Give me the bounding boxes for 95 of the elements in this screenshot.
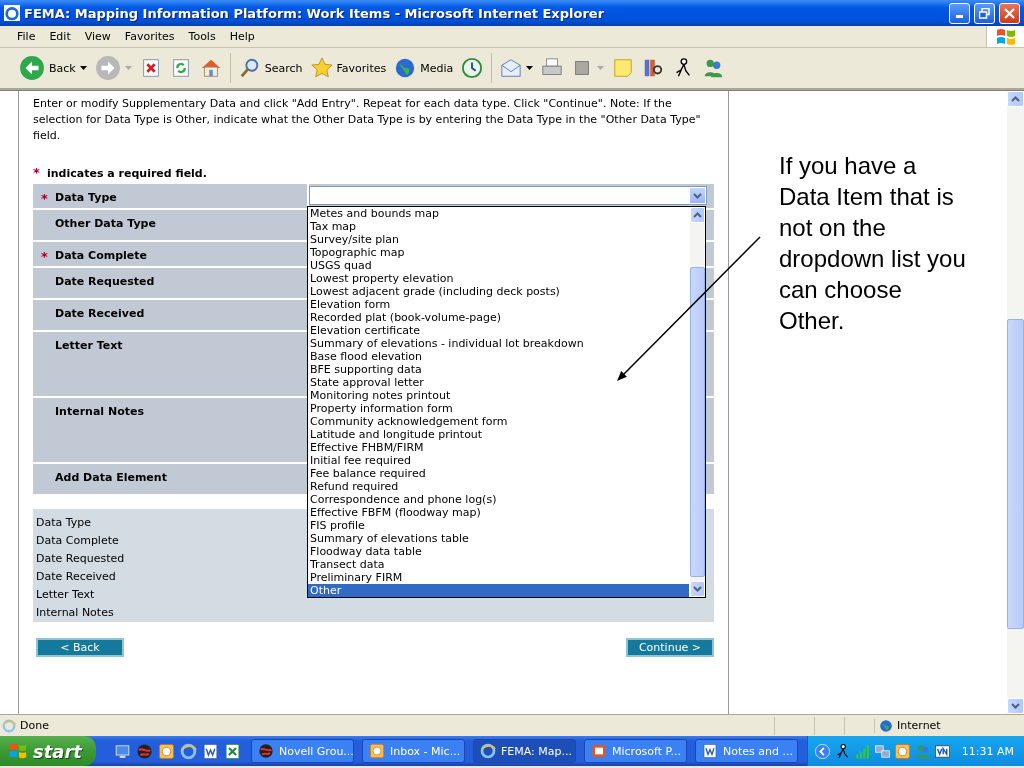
star-icon <box>310 57 333 79</box>
required-mark: * <box>41 191 49 206</box>
form-label: Date Received <box>55 307 145 320</box>
home-icon <box>199 57 222 79</box>
windows-flag-icon <box>994 27 1017 46</box>
scroll-thumb[interactable] <box>1007 319 1024 629</box>
minimize-icon <box>956 14 963 18</box>
people-icon <box>913 742 931 760</box>
data-type-select[interactable] <box>309 186 707 205</box>
menu-item[interactable]: View <box>77 30 118 43</box>
history-icon <box>461 57 484 79</box>
spreadsheet-x-icon <box>224 742 241 760</box>
zone-text: Internet <box>897 719 941 732</box>
dropdown-option[interactable]: Summary of elevations table <box>308 532 472 545</box>
desktop-icon <box>114 742 131 760</box>
taskbar-button[interactable]: Inbox - Mic... <box>362 739 465 763</box>
annotation-text: If you have a Data Item that is not on the dropdown list you can choose Other. <box>779 151 967 336</box>
globe-icon <box>258 743 274 759</box>
restore-button[interactable] <box>974 2 995 24</box>
globe-icon <box>879 718 893 733</box>
chevron-up-icon <box>693 212 702 218</box>
menu-item[interactable]: Tools <box>181 30 223 43</box>
status-text: Done <box>20 719 49 732</box>
globe-icon <box>394 57 417 79</box>
start-button[interactable]: start <box>0 736 96 766</box>
summary-label: Date Received <box>36 569 116 585</box>
restore-icon <box>979 7 990 19</box>
toolbar-button[interactable]: Search <box>235 51 306 85</box>
dropdown-option[interactable]: State approval letter <box>308 376 427 389</box>
taskbar-button[interactable]: Notes and ... <box>695 739 798 763</box>
note-icon <box>612 57 635 79</box>
form-label: Date Requested <box>55 275 155 288</box>
back-button[interactable]: < Back <box>36 638 124 657</box>
window-title: FEMA: Mapping Information Platform: Work Items - Microsoft Internet Explorer <box>24 5 606 21</box>
required-note: indicates a required field. <box>47 167 207 180</box>
chevron-icon <box>813 742 831 760</box>
scroll-thumb[interactable] <box>690 267 705 577</box>
summary-label: Data Complete <box>36 533 119 549</box>
summary-label: Date Requested <box>36 551 125 567</box>
instructions-text: Enter or modify Supplementary Data and click "Add Entry". Repeat for each data type. Click "Continue". Note: If the selection for Data Type is Other, indicate what the Other Data Type is by entering the Data Type in the "Other Data Type" field. <box>33 96 701 144</box>
form-label: Data Type <box>55 191 117 204</box>
scroll-down-button[interactable] <box>1007 698 1024 714</box>
required-mark: * <box>33 165 41 180</box>
menu-item[interactable]: Favorites <box>117 30 182 43</box>
close-icon <box>1004 7 1015 19</box>
search-icon <box>238 57 261 79</box>
scroll-up-button[interactable] <box>1007 91 1024 107</box>
toolbar-button[interactable]: Media <box>391 51 457 85</box>
toolbar-button[interactable]: Favorites <box>307 51 390 85</box>
form-label: Letter Text <box>55 339 123 352</box>
minimize-button[interactable] <box>949 2 970 24</box>
dropdown-option[interactable]: FIS profile <box>308 519 368 532</box>
dropdown-option[interactable]: Other <box>308 584 689 597</box>
chevron-down-icon <box>1011 703 1020 709</box>
form-label: Add Data Element <box>55 471 167 484</box>
menu-item[interactable]: File <box>10 30 43 43</box>
caret-icon <box>79 66 87 70</box>
toolbar-button[interactable]: Back <box>16 51 90 85</box>
mail-icon <box>500 57 523 79</box>
chevron-up-icon <box>1011 96 1020 102</box>
dropdown-option[interactable]: Monitoring notes printout <box>308 389 454 402</box>
vnc-icon <box>933 742 951 760</box>
clock: 11:31 AM <box>961 744 1014 758</box>
document-w-icon <box>202 742 219 760</box>
chevron-down-icon <box>693 192 702 199</box>
caret-icon <box>526 66 534 70</box>
form-label: Other Data Type <box>55 217 156 230</box>
caret-icon <box>597 66 605 70</box>
continue-button[interactable]: Continue > <box>626 638 714 657</box>
summary-label: Letter Text <box>36 587 95 603</box>
summary-label: Internal Notes <box>36 605 114 621</box>
form-label: Internal Notes <box>55 405 144 418</box>
close-button[interactable] <box>999 2 1020 24</box>
taskbar-button[interactable]: Novell Grou... <box>251 739 354 763</box>
required-mark: * <box>41 249 49 264</box>
summary-label: Data Type <box>36 515 92 531</box>
people-icon <box>702 57 725 79</box>
menu-item[interactable]: Help <box>222 30 262 43</box>
page-scrollbar[interactable] <box>1007 91 1024 714</box>
taskbar-button[interactable]: FEMA: Map... <box>473 739 576 763</box>
presentation-icon <box>591 743 607 759</box>
menu-item[interactable]: Edit <box>42 30 78 43</box>
scrollbar[interactable] <box>690 207 705 597</box>
signal-bars-icon <box>853 742 871 760</box>
form-label: Data Complete <box>55 249 147 262</box>
caret-icon <box>124 66 132 70</box>
taskbar-button[interactable]: Microsoft P... <box>584 739 687 763</box>
scroll-up-button[interactable] <box>690 207 705 223</box>
globe-icon <box>136 742 153 760</box>
document-w-icon <box>702 743 718 759</box>
dropdown-option[interactable]: Floodway data table <box>308 545 425 558</box>
chevron-down-icon <box>693 586 702 592</box>
scroll-down-button[interactable] <box>690 581 705 597</box>
dropdown-button[interactable] <box>689 187 706 204</box>
windows-flag-icon <box>8 742 28 760</box>
